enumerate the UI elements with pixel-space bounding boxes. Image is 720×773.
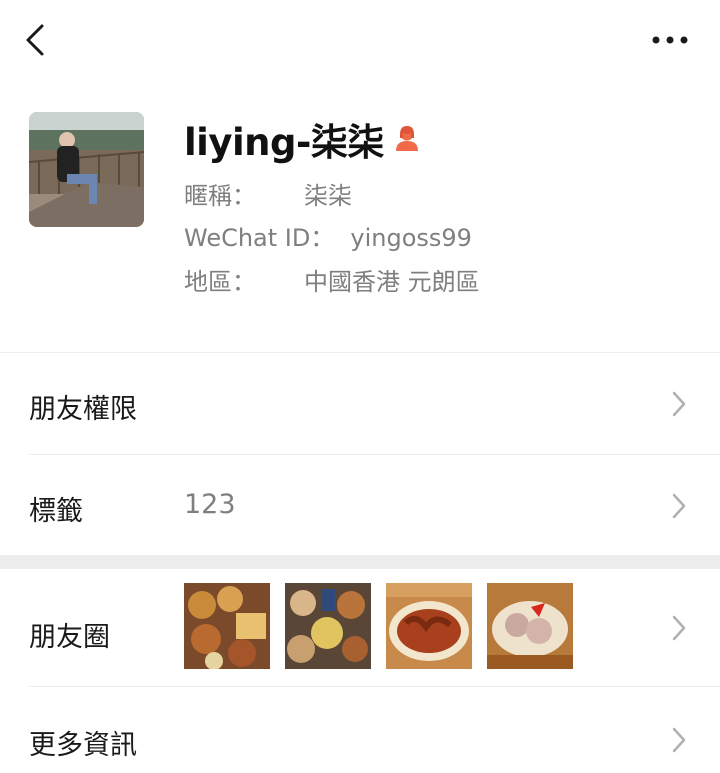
- chevron-right-icon: [672, 493, 686, 519]
- nickname-label: 暱稱：: [184, 182, 256, 210]
- chevron-right-icon: [672, 615, 686, 641]
- friend-permissions-label: 朋友權限: [29, 394, 137, 425]
- moment-thumbnail: [184, 583, 270, 669]
- moments-row[interactable]: 朋友圈: [0, 569, 720, 685]
- nickname-row: 暱稱： 柒柒: [184, 176, 352, 211]
- back-chevron-icon[interactable]: [22, 22, 52, 58]
- region-label: 地區：: [184, 268, 256, 296]
- moments-thumbnails: [184, 583, 573, 669]
- friend-permissions-row[interactable]: 朋友權限: [0, 353, 720, 453]
- wechat-id-label: WeChat ID：: [184, 224, 335, 252]
- more-options-icon[interactable]: [648, 26, 692, 54]
- region-value: 中國香港 元朗區: [304, 268, 480, 296]
- chevron-right-icon: [672, 391, 686, 417]
- tags-value: 123: [184, 489, 236, 520]
- profile-header: liying-柒柒 暱稱： 柒柒 WeChat ID： yingoss99 地區： 中…: [0, 100, 720, 350]
- moment-thumbnail: [487, 583, 573, 669]
- female-user-icon: [395, 126, 418, 151]
- section-gap: [0, 555, 720, 569]
- wechat-id-value: yingoss99: [350, 224, 472, 252]
- tags-label: 標籤: [29, 496, 83, 527]
- region-row: 地區： 中國香港 元朗區: [184, 262, 480, 297]
- moment-thumbnail: [285, 583, 371, 669]
- tags-row[interactable]: 標籤 123: [0, 455, 720, 555]
- chevron-right-icon: [672, 727, 686, 753]
- wechat-id-row: WeChat ID： yingoss99: [184, 218, 472, 253]
- name-row: liying-柒柒: [184, 114, 422, 164]
- moments-label: 朋友圈: [29, 622, 110, 653]
- avatar-photo: [29, 112, 144, 227]
- display-name: liying-柒柒: [184, 121, 384, 164]
- moment-thumbnail: [386, 583, 472, 669]
- more-info-label: 更多資訊: [29, 730, 137, 761]
- more-info-row[interactable]: 更多資訊: [0, 687, 720, 773]
- top-bar: [0, 0, 720, 80]
- nickname-value: 柒柒: [304, 182, 352, 210]
- avatar[interactable]: [29, 112, 144, 227]
